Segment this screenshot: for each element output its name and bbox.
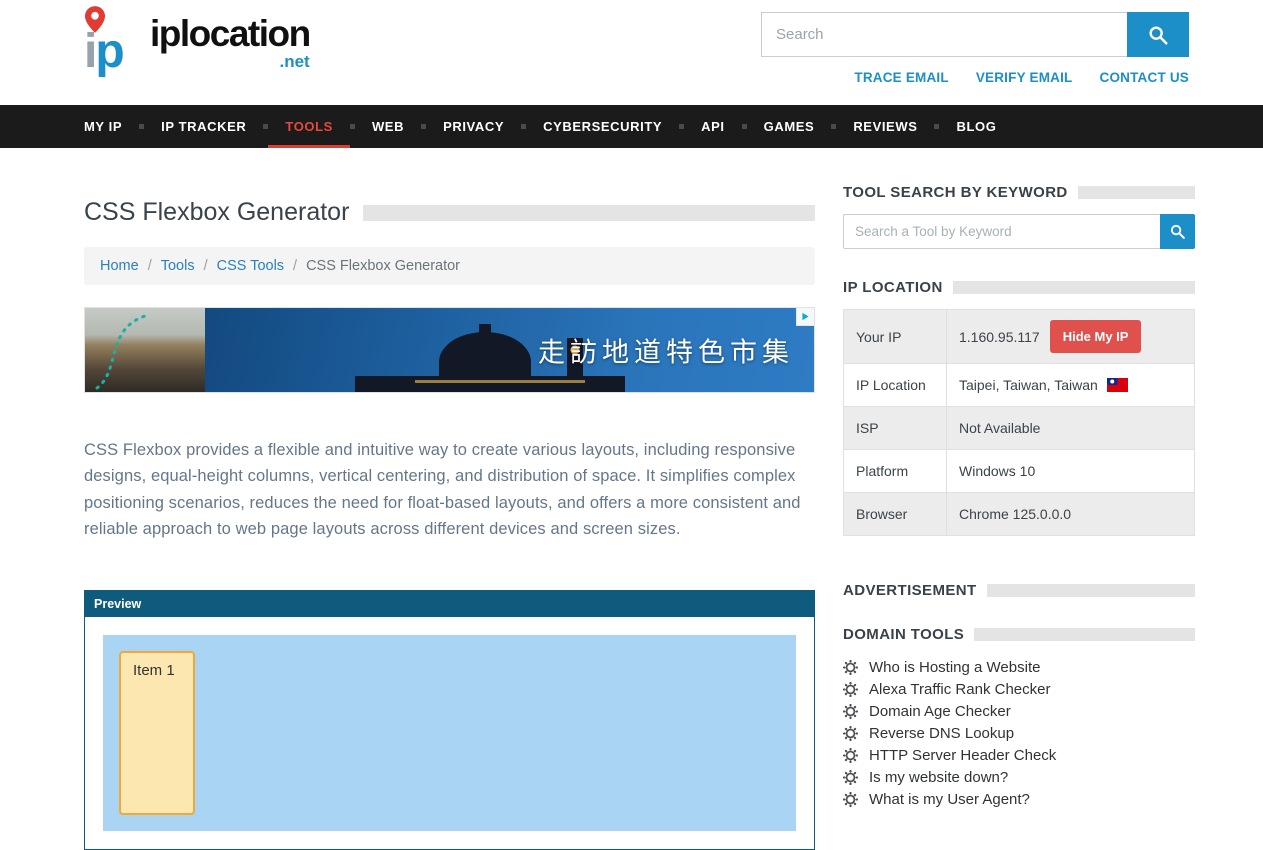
domain-tool-user-agent[interactable]: What is my User Agent?: [843, 788, 1195, 810]
domain-tools-list: Who is Hosting a Website Alexa Traffic R…: [843, 656, 1195, 810]
tool-search-input[interactable]: [843, 214, 1160, 249]
breadcrumb-separator: /: [204, 258, 208, 274]
your-ip-value: 1.160.95.117: [959, 329, 1040, 345]
location-pin-icon: [85, 6, 105, 33]
logo-text: iplocation .net: [150, 15, 310, 72]
ip-row-label: Browser: [844, 493, 947, 536]
top-header: ip iplocation .net TRACE EMAIL VERIFY EM…: [0, 0, 1263, 105]
site-search-button[interactable]: [1127, 12, 1189, 57]
main-column: CSS Flexbox Generator Home / Tools / CSS…: [84, 148, 815, 850]
taiwan-flag-icon: [1107, 378, 1128, 392]
page-content: CSS Flexbox Generator Home / Tools / CSS…: [0, 148, 1263, 850]
contact-us-link[interactable]: CONTACT US: [1100, 70, 1190, 85]
domain-tool-domain-age[interactable]: Domain Age Checker: [843, 700, 1195, 722]
gear-icon: [843, 682, 858, 697]
gear-icon: [843, 660, 858, 675]
gear-icon: [843, 792, 858, 807]
ip-row-label: Your IP: [844, 310, 947, 364]
heading-decoration-bar: [953, 281, 1195, 294]
breadcrumb-css-tools[interactable]: CSS Tools: [217, 258, 284, 274]
flex-preview-container: Item 1: [103, 635, 796, 831]
ad-photo: [85, 308, 205, 392]
breadcrumb-current: CSS Flexbox Generator: [306, 258, 460, 274]
advertisement-heading: ADVERTISEMENT: [843, 582, 1195, 599]
main-nav: MY IP IP TRACKER TOOLS WEB PRIVACY CYBER…: [0, 105, 1263, 148]
domain-tool-http-header[interactable]: HTTP Server Header Check: [843, 744, 1195, 766]
nav-item-tools[interactable]: TOOLS: [268, 105, 350, 148]
ad-banner[interactable]: 走訪地道特色市集: [84, 307, 815, 393]
platform-value: Windows 10: [947, 450, 1195, 493]
breadcrumb: Home / Tools / CSS Tools / CSS Flexbox G…: [84, 247, 815, 285]
gear-icon: [843, 704, 858, 719]
isp-value: Not Available: [947, 407, 1195, 450]
heading-decoration-bar: [1078, 186, 1195, 199]
ad-decorative-curve: [87, 308, 207, 393]
ip-location-heading: IP LOCATION: [843, 279, 1195, 296]
nav-item-web[interactable]: WEB: [355, 105, 421, 148]
ip-info-table: Your IP 1.160.95.117 Hide My IP IP Locat…: [843, 309, 1195, 536]
preview-body: Item 1: [85, 617, 814, 849]
title-decoration-bar: [363, 205, 815, 221]
nav-item-cybersecurity[interactable]: CYBERSECURITY: [526, 105, 679, 148]
preview-header: Preview: [85, 591, 814, 617]
tool-search-heading: TOOL SEARCH BY KEYWORD: [843, 184, 1195, 201]
gear-icon: [843, 770, 858, 785]
ip-row-label: ISP: [844, 407, 947, 450]
trace-email-link[interactable]: TRACE EMAIL: [854, 70, 948, 85]
table-row: Browser Chrome 125.0.0.0: [844, 493, 1195, 536]
logo-mark-letters: ip: [84, 28, 123, 76]
flex-item-1: Item 1: [119, 651, 195, 815]
nav-item-api[interactable]: API: [684, 105, 741, 148]
nav-item-blog[interactable]: BLOG: [939, 105, 1013, 148]
nav-item-my-ip[interactable]: MY IP: [67, 105, 139, 148]
ip-row-label: IP Location: [844, 364, 947, 407]
header-links: TRACE EMAIL VERIFY EMAIL CONTACT US: [761, 70, 1189, 85]
ip-row-label: Platform: [844, 450, 947, 493]
heading-decoration-bar: [987, 584, 1195, 597]
domain-tools-heading: DOMAIN TOOLS: [843, 626, 1195, 643]
breadcrumb-separator: /: [148, 258, 152, 274]
tool-description: CSS Flexbox provides a flexible and intu…: [84, 437, 815, 543]
search-icon: [1169, 223, 1186, 240]
ip-location-value: Taipei, Taiwan, Taiwan: [959, 377, 1098, 393]
logo-mark: ip: [84, 8, 150, 72]
domain-tool-hosting[interactable]: Who is Hosting a Website: [843, 656, 1195, 678]
site-search-input[interactable]: [761, 12, 1127, 57]
browser-value: Chrome 125.0.0.0: [947, 493, 1195, 536]
tool-search: [843, 214, 1195, 249]
nav-item-games[interactable]: GAMES: [747, 105, 832, 148]
table-row: Platform Windows 10: [844, 450, 1195, 493]
site-search: [761, 12, 1189, 57]
hide-my-ip-button[interactable]: Hide My IP: [1050, 320, 1142, 353]
nav-item-ip-tracker[interactable]: IP TRACKER: [144, 105, 263, 148]
tool-search-button[interactable]: [1160, 214, 1195, 249]
domain-tool-reverse-dns[interactable]: Reverse DNS Lookup: [843, 722, 1195, 744]
nav-item-reviews[interactable]: REVIEWS: [836, 105, 934, 148]
sidebar: TOOL SEARCH BY KEYWORD IP LOCATION Your …: [843, 148, 1195, 850]
adchoices-icon[interactable]: [796, 308, 814, 326]
table-row: Your IP 1.160.95.117 Hide My IP: [844, 310, 1195, 364]
breadcrumb-separator: /: [293, 258, 297, 274]
preview-panel: Preview Item 1: [84, 590, 815, 850]
table-row: IP Location Taipei, Taiwan, Taiwan: [844, 364, 1195, 407]
verify-email-link[interactable]: VERIFY EMAIL: [976, 70, 1073, 85]
domain-tool-website-down[interactable]: Is my website down?: [843, 766, 1195, 788]
header-right: TRACE EMAIL VERIFY EMAIL CONTACT US: [761, 12, 1189, 85]
logo-tld: .net: [280, 53, 310, 70]
domain-tool-alexa-rank[interactable]: Alexa Traffic Rank Checker: [843, 678, 1195, 700]
breadcrumb-tools[interactable]: Tools: [161, 258, 195, 274]
ad-creative: 走訪地道特色市集: [205, 308, 814, 392]
site-logo[interactable]: ip iplocation .net: [84, 8, 310, 72]
gear-icon: [843, 726, 858, 741]
heading-decoration-bar: [974, 628, 1195, 641]
breadcrumb-home[interactable]: Home: [100, 258, 139, 274]
gear-icon: [843, 748, 858, 763]
logo-name: iplocation: [150, 15, 310, 52]
table-row: ISP Not Available: [844, 407, 1195, 450]
ad-headline: 走訪地道特色市集: [538, 331, 794, 370]
search-icon: [1147, 24, 1169, 46]
page-title: CSS Flexbox Generator: [84, 198, 349, 227]
nav-item-privacy[interactable]: PRIVACY: [426, 105, 521, 148]
